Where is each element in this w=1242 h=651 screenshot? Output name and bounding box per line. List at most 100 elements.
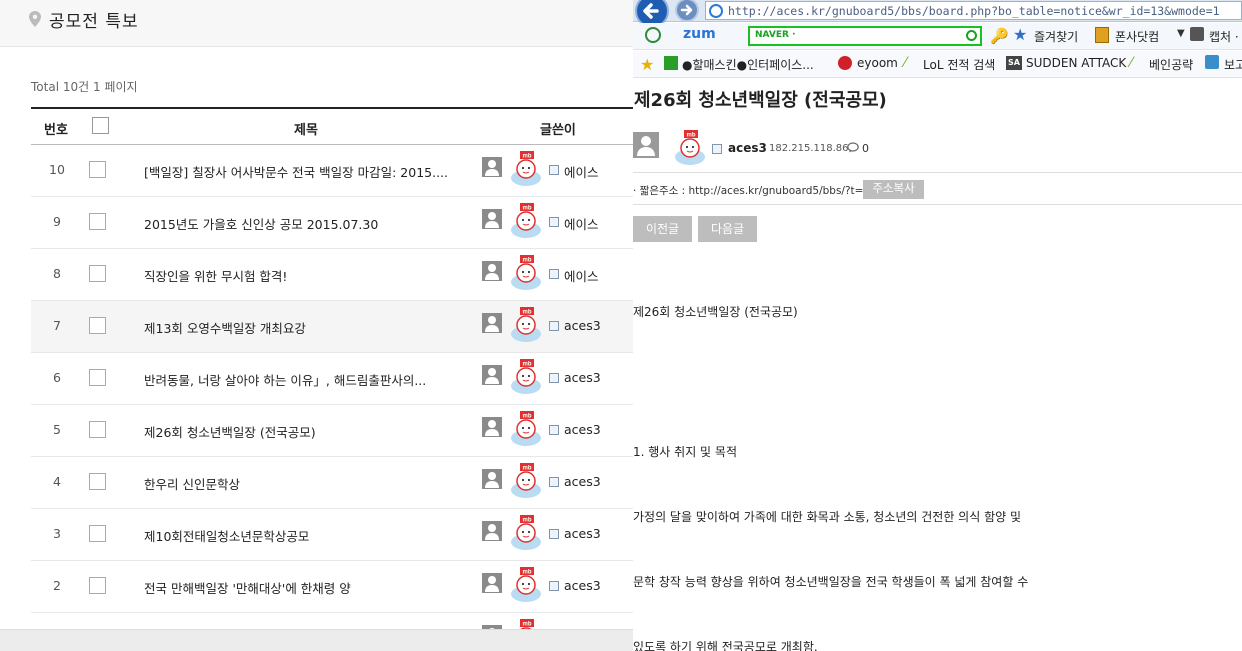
forward-arrow-icon bbox=[680, 4, 693, 16]
svg-text:mb: mb bbox=[687, 133, 696, 139]
row-number: 7 bbox=[53, 318, 61, 333]
bookmark-skin[interactable]: ●할매스킨●인터페이스... bbox=[682, 56, 814, 73]
member-badge-icon: mb bbox=[509, 411, 543, 447]
search-icon[interactable] bbox=[966, 30, 977, 41]
row-number: 9 bbox=[53, 214, 61, 229]
level-icon bbox=[549, 477, 559, 487]
row-checkbox[interactable] bbox=[89, 421, 106, 438]
row-number: 5 bbox=[53, 422, 61, 437]
table-row[interactable]: 5 제26회 청소년백일장 (전국공모) mb aces3 bbox=[31, 405, 633, 457]
favorites-button[interactable]: 즐겨찾기 bbox=[1034, 28, 1078, 45]
post-author[interactable]: aces3 bbox=[728, 141, 767, 155]
row-author[interactable]: aces3 bbox=[564, 578, 601, 593]
table-row[interactable]: 2 전국 만해백일장 '만해대상'에 한채령 양 mb aces3 bbox=[31, 561, 633, 613]
member-badge-icon: mb bbox=[509, 255, 543, 291]
row-subject-link[interactable]: 2015년도 가을호 신인상 공모 2015.07.30 bbox=[144, 214, 449, 233]
row-checkbox[interactable] bbox=[89, 317, 106, 334]
member-badge-icon: mb bbox=[673, 130, 707, 166]
row-checkbox[interactable] bbox=[89, 213, 106, 230]
table-header: 번호 제목 글쓴이 bbox=[31, 107, 633, 145]
member-badge-icon: mb bbox=[509, 307, 543, 343]
svg-text:mb: mb bbox=[523, 466, 532, 472]
forward-button[interactable] bbox=[675, 0, 699, 22]
table-row[interactable]: 10 [백일장] 칠장사 어사박문수 전국 백일장 마감일: 2015.... mb… bbox=[31, 145, 633, 197]
prev-post-button[interactable]: 이전글 bbox=[633, 216, 692, 242]
svg-text:mb: mb bbox=[523, 414, 532, 420]
level-icon bbox=[549, 269, 559, 279]
row-subject-link[interactable]: 전국 만해백일장 '만해대상'에 한채령 양 bbox=[144, 578, 449, 597]
row-author[interactable]: 에이스 bbox=[564, 162, 599, 181]
svg-text:mb: mb bbox=[523, 310, 532, 316]
row-author[interactable]: aces3 bbox=[564, 526, 601, 541]
row-author[interactable]: aces3 bbox=[564, 318, 601, 333]
row-subject-link[interactable]: 반려동물, 너랑 살아야 하는 이유」, 해드림출판사의... bbox=[144, 370, 449, 389]
browser-window: http://aces.kr/gnuboard5/bbs/board.php?b… bbox=[633, 0, 1242, 651]
post-body-line: 가정의 달을 맞이하여 가족에 대한 화목과 소통, 청소년의 건전한 의식 함… bbox=[633, 510, 1022, 524]
toolbar: zum NAVER · 🔑 ★ 즐겨찾기 폰사닷컴 ▼ 캡처 · bbox=[633, 23, 1242, 50]
url-field[interactable]: http://aces.kr/gnuboard5/bbs/board.php?b… bbox=[705, 1, 1242, 20]
table-row[interactable]: 9 2015년도 가을호 신인상 공모 2015.07.30 mb 에이스 bbox=[31, 197, 633, 249]
avatar bbox=[482, 261, 502, 281]
row-author[interactable]: aces3 bbox=[564, 474, 601, 489]
eyoom-icon bbox=[838, 56, 852, 70]
bookmark-lol[interactable]: LoL 전적 검색 bbox=[923, 56, 995, 73]
row-number: 4 bbox=[53, 474, 61, 489]
row-subject-link[interactable]: 제26회 청소년백일장 (전국공모) bbox=[144, 422, 449, 441]
key-icon[interactable]: 🔑 bbox=[990, 27, 1009, 45]
row-checkbox[interactable] bbox=[89, 161, 106, 178]
select-all-checkbox[interactable] bbox=[92, 117, 109, 134]
row-author[interactable]: aces3 bbox=[564, 422, 601, 437]
favorites-star-icon[interactable]: ★ bbox=[1013, 25, 1027, 44]
row-author[interactable]: 에이스 bbox=[564, 266, 599, 285]
table-row[interactable]: 6 반려동물, 너랑 살아야 하는 이유」, 해드림출판사의... mb aces3 bbox=[31, 353, 633, 405]
table-row[interactable]: 3 제10회전태일청소년문학상공모 mb aces3 bbox=[31, 509, 633, 561]
bookmark-report[interactable]: 보고 bbox=[1224, 56, 1242, 73]
copy-url-button[interactable]: 주소복사 bbox=[863, 180, 924, 199]
report-icon bbox=[1205, 55, 1219, 69]
table-row[interactable]: 4 한우리 신인문학상 mb aces3 bbox=[31, 457, 633, 509]
member-badge-icon: mb bbox=[509, 567, 543, 603]
row-number: 2 bbox=[53, 578, 61, 593]
header-num: 번호 bbox=[44, 123, 68, 138]
row-checkbox[interactable] bbox=[89, 473, 106, 490]
ponsadak-link[interactable]: 폰사닷컴 bbox=[1115, 28, 1159, 45]
header-author: 글쓴이 bbox=[540, 123, 576, 138]
row-subject-link[interactable]: 제10회전태일청소년문학상공모 bbox=[144, 526, 449, 545]
row-checkbox[interactable] bbox=[89, 525, 106, 542]
post-body-line: 있도록 하기 위해 전국공모로 개최함. bbox=[633, 640, 818, 651]
row-checkbox[interactable] bbox=[89, 577, 106, 594]
next-post-button[interactable]: 다음글 bbox=[698, 216, 757, 242]
level-icon bbox=[549, 425, 559, 435]
table-row[interactable]: 7 제13회 오영수백일장 개최요강 mb aces3 bbox=[31, 301, 633, 353]
blog-icon bbox=[664, 56, 678, 70]
bookmark-sudden-attack[interactable]: SUDDEN ATTACK bbox=[1026, 56, 1126, 70]
short-url: · 짧은주소 : http://aces.kr/gnuboard5/bbs/?t… bbox=[633, 185, 877, 197]
bookmark-star-icon[interactable]: ★ bbox=[640, 55, 654, 74]
member-badge-icon: mb bbox=[509, 463, 543, 499]
bookmark-eyoom[interactable]: eyoom bbox=[857, 56, 898, 70]
row-subject-link[interactable]: 직장인을 위한 무시험 합격! bbox=[144, 266, 449, 285]
zum-home-button[interactable]: zum bbox=[683, 26, 716, 42]
member-badge-icon: mb bbox=[509, 151, 543, 187]
row-checkbox[interactable] bbox=[89, 369, 106, 386]
table-row[interactable]: 8 직장인을 위한 무시험 합격! mb 에이스 bbox=[31, 249, 633, 301]
capture-button[interactable]: 캡처 · bbox=[1209, 28, 1239, 45]
row-subject-link[interactable]: [백일장] 칠장사 어사박문수 전국 백일장 마감일: 2015.... bbox=[144, 162, 449, 181]
row-subject-link[interactable]: 제13회 오영수백일장 개최요강 bbox=[144, 318, 449, 337]
row-checkbox[interactable] bbox=[89, 265, 106, 282]
bookmark-vayne[interactable]: 베인공략 bbox=[1149, 56, 1193, 73]
avatar bbox=[482, 417, 502, 437]
total-count: Total 10건 1 페이지 bbox=[31, 80, 138, 94]
row-author[interactable]: 에이스 bbox=[564, 214, 599, 233]
avatar bbox=[482, 313, 502, 333]
naver-search-box[interactable]: NAVER · bbox=[748, 26, 982, 46]
row-number: 10 bbox=[49, 162, 65, 177]
row-subject-link[interactable]: 한우리 신인문학상 bbox=[144, 474, 449, 493]
row-author[interactable]: aces3 bbox=[564, 370, 601, 385]
chevron-down-icon[interactable]: ▼ bbox=[1177, 28, 1185, 39]
ie-menu-icon[interactable] bbox=[645, 27, 661, 43]
comment-icon bbox=[847, 142, 859, 156]
row-number: 3 bbox=[53, 526, 61, 541]
address-bar: http://aces.kr/gnuboard5/bbs/board.php?b… bbox=[633, 0, 1242, 28]
ie-icon bbox=[709, 4, 723, 18]
